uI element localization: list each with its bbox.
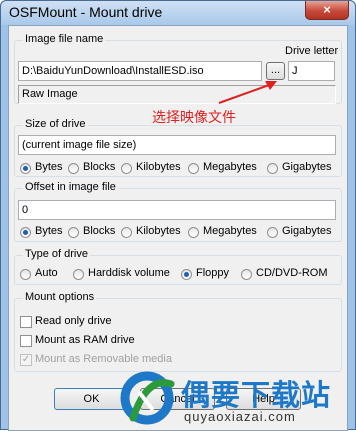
ram-drive-label: Mount as RAM drive — [35, 334, 135, 346]
size-radio-kilobytes[interactable] — [121, 163, 132, 174]
offset-radio-gigabytes[interactable] — [267, 227, 278, 238]
watermark-url: quyaoxiazai.com — [184, 409, 296, 424]
drive-letter-label: Drive letter — [285, 45, 339, 57]
size-label-megabytes: Megabytes — [203, 161, 257, 173]
size-radio-blocks[interactable] — [68, 163, 79, 174]
drive-type-label-floppy: Floppy — [196, 267, 230, 279]
watermark: 偶要下载站 quyaoxiazai.com — [113, 366, 356, 430]
offset-label-kilobytes: Kilobytes — [136, 225, 181, 237]
size-label-blocks: Blocks — [83, 161, 116, 173]
close-button[interactable]: × — [305, 1, 349, 20]
size-radio-bytes[interactable] — [20, 163, 31, 174]
mount-options-group-label: Mount options — [23, 291, 97, 303]
drive-type-radio-floppy[interactable] — [181, 269, 192, 280]
size-field[interactable]: (current image file size) — [18, 135, 336, 155]
offset-label-gigabytes: Gigabytes — [282, 225, 332, 237]
size-radio-gigabytes[interactable] — [267, 163, 278, 174]
size-label-bytes: Bytes — [35, 161, 63, 173]
drive-type-label-harddisk: Harddisk volume — [88, 267, 170, 279]
size-label-kilobytes: Kilobytes — [136, 161, 181, 173]
read-only-checkbox[interactable] — [20, 316, 32, 328]
offset-field[interactable]: 0 — [18, 200, 336, 220]
watermark-logo-icon — [120, 371, 175, 425]
offset-group-label: Offset in image file — [23, 181, 118, 193]
offset-radio-blocks[interactable] — [68, 227, 79, 238]
offset-label-megabytes: Megabytes — [203, 225, 257, 237]
removable-checkbox: ✓ — [20, 354, 32, 366]
watermark-brand: 偶要下载站 — [181, 378, 332, 412]
image-file-group-label: Image file name — [23, 33, 106, 45]
drive-type-group-label: Type of drive — [23, 248, 90, 260]
offset-label-blocks: Blocks — [83, 225, 116, 237]
drive-type-label-cdrom: CD/DVD-ROM — [256, 267, 328, 279]
size-radio-megabytes[interactable] — [188, 163, 199, 174]
title-bar[interactable]: OSFMount - Mount drive × — [1, 1, 355, 25]
window-title: OSFMount - Mount drive — [9, 4, 163, 20]
offset-label-bytes: Bytes — [35, 225, 63, 237]
drive-type-label-auto: Auto — [35, 267, 58, 279]
drive-type-radio-cdrom[interactable] — [241, 269, 252, 280]
size-label-gigabytes: Gigabytes — [282, 161, 332, 173]
offset-radio-kilobytes[interactable] — [121, 227, 132, 238]
annotation-arrow — [218, 81, 277, 104]
ram-drive-checkbox[interactable] — [20, 335, 32, 347]
removable-label: Mount as Removable media — [35, 353, 172, 365]
read-only-label: Read only drive — [35, 315, 112, 327]
annotation-text: 选择映像文件 — [152, 109, 236, 125]
image-type-field: Raw Image — [18, 85, 336, 104]
size-group-label: Size of drive — [23, 118, 88, 130]
drive-type-radio-auto[interactable] — [20, 269, 31, 280]
drive-letter-field[interactable]: J — [288, 61, 335, 81]
offset-radio-bytes[interactable] — [20, 227, 31, 238]
close-icon: × — [323, 2, 331, 17]
drive-type-radio-harddisk[interactable] — [73, 269, 84, 280]
offset-radio-megabytes[interactable] — [188, 227, 199, 238]
